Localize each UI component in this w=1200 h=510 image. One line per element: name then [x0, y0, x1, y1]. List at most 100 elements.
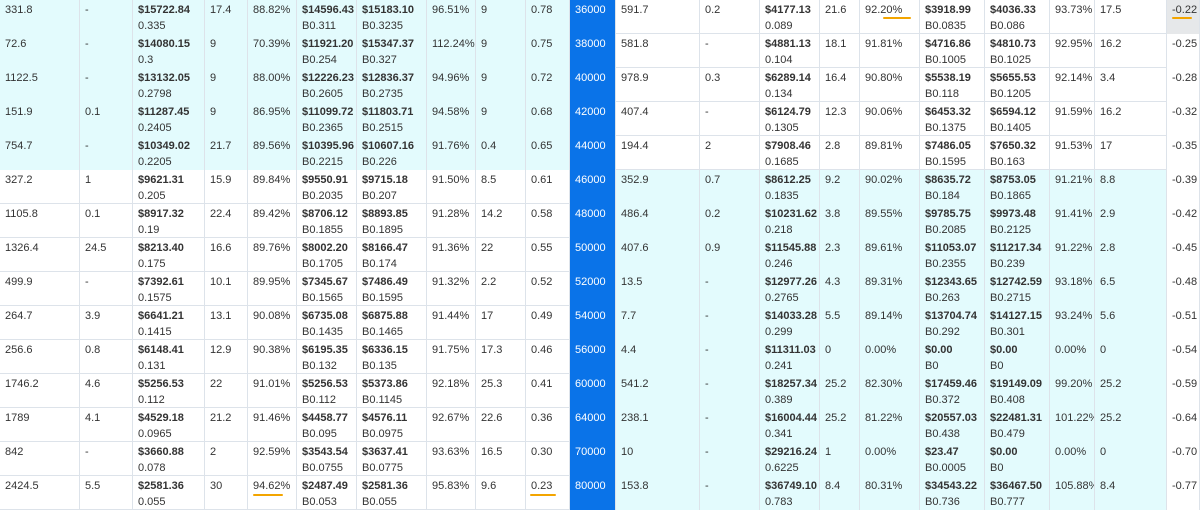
call-ask-size-cell[interactable]: 17: [476, 306, 526, 340]
call-volume-cell[interactable]: -: [80, 136, 133, 170]
call-open-interest-cell[interactable]: 1746.2: [0, 374, 80, 408]
put-ask-size-cell[interactable]: 0: [1095, 340, 1167, 374]
call-bid-price-cell[interactable]: $6735.08 B0.1435: [297, 306, 357, 340]
call-open-interest-cell[interactable]: 1326.4: [0, 238, 80, 272]
call-volume-cell[interactable]: 0.1: [80, 204, 133, 238]
call-ask-price-cell[interactable]: $7486.49 B0.1595: [357, 272, 427, 306]
call-mark-price-cell[interactable]: $3660.88 0.078: [133, 442, 205, 476]
put-ask-size-cell[interactable]: 16.2: [1095, 34, 1167, 68]
table-row[interactable]: 327.2 1 $9621.31 0.205 15.9 89.84% $9550.91 B0.…: [0, 170, 1200, 204]
put-ask-size-cell[interactable]: 17.5: [1095, 0, 1167, 34]
call-ask-size-cell[interactable]: 25.3: [476, 374, 526, 408]
call-ask-price-cell[interactable]: $10607.16 B0.226: [357, 136, 427, 170]
call-bid-size-cell[interactable]: 15.9: [205, 170, 248, 204]
put-bid-size-cell[interactable]: 9.2: [820, 170, 860, 204]
call-open-interest-cell[interactable]: 331.8: [0, 0, 80, 34]
call-bid-price-cell[interactable]: $11921.20 B0.254: [297, 34, 357, 68]
put-mark-price-cell[interactable]: $6289.14 0.134: [760, 68, 820, 102]
put-bid-iv-cell[interactable]: 0.00%: [860, 442, 920, 476]
put-bid-iv-cell[interactable]: 89.55%: [860, 204, 920, 238]
call-bid-size-cell[interactable]: 30: [205, 476, 248, 510]
table-row[interactable]: 1326.4 24.5 $8213.40 0.175 16.6 89.76% $8002.2…: [0, 238, 1200, 272]
call-ask-price-cell[interactable]: $12836.37 B0.2735: [357, 68, 427, 102]
put-bid-size-cell[interactable]: 12.3: [820, 102, 860, 136]
call-delta-cell[interactable]: 0.72: [526, 68, 570, 102]
put-open-interest-cell[interactable]: 541.2: [616, 374, 700, 408]
call-ask-price-cell[interactable]: $4576.11 B0.0975: [357, 408, 427, 442]
put-mark-price-cell[interactable]: $11545.88 0.246: [760, 238, 820, 272]
put-ask-price-cell[interactable]: $0.00 B0: [985, 340, 1050, 374]
put-mark-price-cell[interactable]: $8612.25 0.1835: [760, 170, 820, 204]
call-delta-cell[interactable]: 0.36: [526, 408, 570, 442]
put-volume-cell[interactable]: -: [700, 374, 760, 408]
call-delta-cell[interactable]: 0.75: [526, 34, 570, 68]
call-mark-price-cell[interactable]: $4529.18 0.0965: [133, 408, 205, 442]
put-bid-price-cell[interactable]: $3918.99 B0.0835: [920, 0, 985, 34]
call-ask-price-cell[interactable]: $15347.37 B0.327: [357, 34, 427, 68]
put-ask-size-cell[interactable]: 2.8: [1095, 238, 1167, 272]
put-mark-price-cell[interactable]: $10231.62 0.218: [760, 204, 820, 238]
call-ask-size-cell[interactable]: 9: [476, 0, 526, 34]
call-ask-size-cell[interactable]: 9.6: [476, 476, 526, 510]
call-bid-iv-cell[interactable]: 86.95%: [248, 102, 297, 136]
call-ask-iv-cell[interactable]: 91.75%: [427, 340, 476, 374]
put-bid-price-cell[interactable]: $6453.32 B0.1375: [920, 102, 985, 136]
put-ask-size-cell[interactable]: 5.6: [1095, 306, 1167, 340]
put-ask-iv-cell[interactable]: 0.00%: [1050, 442, 1095, 476]
call-ask-price-cell[interactable]: $6875.88 B0.1465: [357, 306, 427, 340]
call-bid-iv-cell[interactable]: 90.38%: [248, 340, 297, 374]
put-ask-size-cell[interactable]: 6.5: [1095, 272, 1167, 306]
put-open-interest-cell[interactable]: 238.1: [616, 408, 700, 442]
call-ask-iv-cell[interactable]: 91.50%: [427, 170, 476, 204]
call-ask-iv-cell[interactable]: 95.83%: [427, 476, 476, 510]
table-row[interactable]: 1105.8 0.1 $8917.32 0.19 22.4 89.42% $8706.12 B…: [0, 204, 1200, 238]
put-open-interest-cell[interactable]: 13.5: [616, 272, 700, 306]
call-volume-cell[interactable]: -: [80, 34, 133, 68]
put-delta-cell[interactable]: -0.32: [1167, 102, 1200, 136]
call-bid-price-cell[interactable]: $11099.72 B0.2365: [297, 102, 357, 136]
put-open-interest-cell[interactable]: 581.8: [616, 34, 700, 68]
put-open-interest-cell[interactable]: 4.4: [616, 340, 700, 374]
put-open-interest-cell[interactable]: 10: [616, 442, 700, 476]
call-mark-price-cell[interactable]: $11287.45 0.2405: [133, 102, 205, 136]
put-ask-iv-cell[interactable]: 91.53%: [1050, 136, 1095, 170]
put-open-interest-cell[interactable]: 194.4: [616, 136, 700, 170]
call-ask-iv-cell[interactable]: 91.32%: [427, 272, 476, 306]
put-ask-size-cell[interactable]: 17: [1095, 136, 1167, 170]
put-ask-price-cell[interactable]: $4036.33 B0.086: [985, 0, 1050, 34]
call-ask-iv-cell[interactable]: 92.18%: [427, 374, 476, 408]
call-ask-size-cell[interactable]: 9: [476, 68, 526, 102]
call-bid-price-cell[interactable]: $9550.91 B0.2035: [297, 170, 357, 204]
call-bid-price-cell[interactable]: $3543.54 B0.0755: [297, 442, 357, 476]
call-bid-iv-cell[interactable]: 89.84%: [248, 170, 297, 204]
table-row[interactable]: 1746.2 4.6 $5256.53 0.112 22 91.01% $5256.53 B0…: [0, 374, 1200, 408]
call-open-interest-cell[interactable]: 499.9: [0, 272, 80, 306]
call-open-interest-cell[interactable]: 72.6: [0, 34, 80, 68]
call-volume-cell[interactable]: 0.8: [80, 340, 133, 374]
call-ask-price-cell[interactable]: $11803.71 B0.2515: [357, 102, 427, 136]
call-bid-price-cell[interactable]: $10395.96 B0.2215: [297, 136, 357, 170]
call-open-interest-cell[interactable]: 2424.5: [0, 476, 80, 510]
put-ask-iv-cell[interactable]: 91.22%: [1050, 238, 1095, 272]
call-bid-price-cell[interactable]: $4458.77 B0.095: [297, 408, 357, 442]
call-ask-price-cell[interactable]: $8166.47 B0.174: [357, 238, 427, 272]
call-open-interest-cell[interactable]: 1122.5: [0, 68, 80, 102]
put-delta-cell[interactable]: -0.25: [1167, 34, 1200, 68]
call-ask-price-cell[interactable]: $6336.15 B0.135: [357, 340, 427, 374]
call-ask-size-cell[interactable]: 9: [476, 102, 526, 136]
call-ask-iv-cell[interactable]: 92.67%: [427, 408, 476, 442]
put-bid-price-cell[interactable]: $9785.75 B0.2085: [920, 204, 985, 238]
put-open-interest-cell[interactable]: 591.7: [616, 0, 700, 34]
put-ask-size-cell[interactable]: 8.8: [1095, 170, 1167, 204]
put-mark-price-cell[interactable]: $4881.13 0.104: [760, 34, 820, 68]
put-bid-price-cell[interactable]: $12343.65 B0.263: [920, 272, 985, 306]
put-mark-price-cell[interactable]: $29216.24 0.6225: [760, 442, 820, 476]
call-open-interest-cell[interactable]: 151.9: [0, 102, 80, 136]
put-open-interest-cell[interactable]: 486.4: [616, 204, 700, 238]
put-ask-iv-cell[interactable]: 91.59%: [1050, 102, 1095, 136]
call-bid-size-cell[interactable]: 9: [205, 68, 248, 102]
put-ask-size-cell[interactable]: 25.2: [1095, 408, 1167, 442]
call-ask-size-cell[interactable]: 8.5: [476, 170, 526, 204]
call-mark-price-cell[interactable]: $8917.32 0.19: [133, 204, 205, 238]
call-bid-iv-cell[interactable]: 89.76%: [248, 238, 297, 272]
